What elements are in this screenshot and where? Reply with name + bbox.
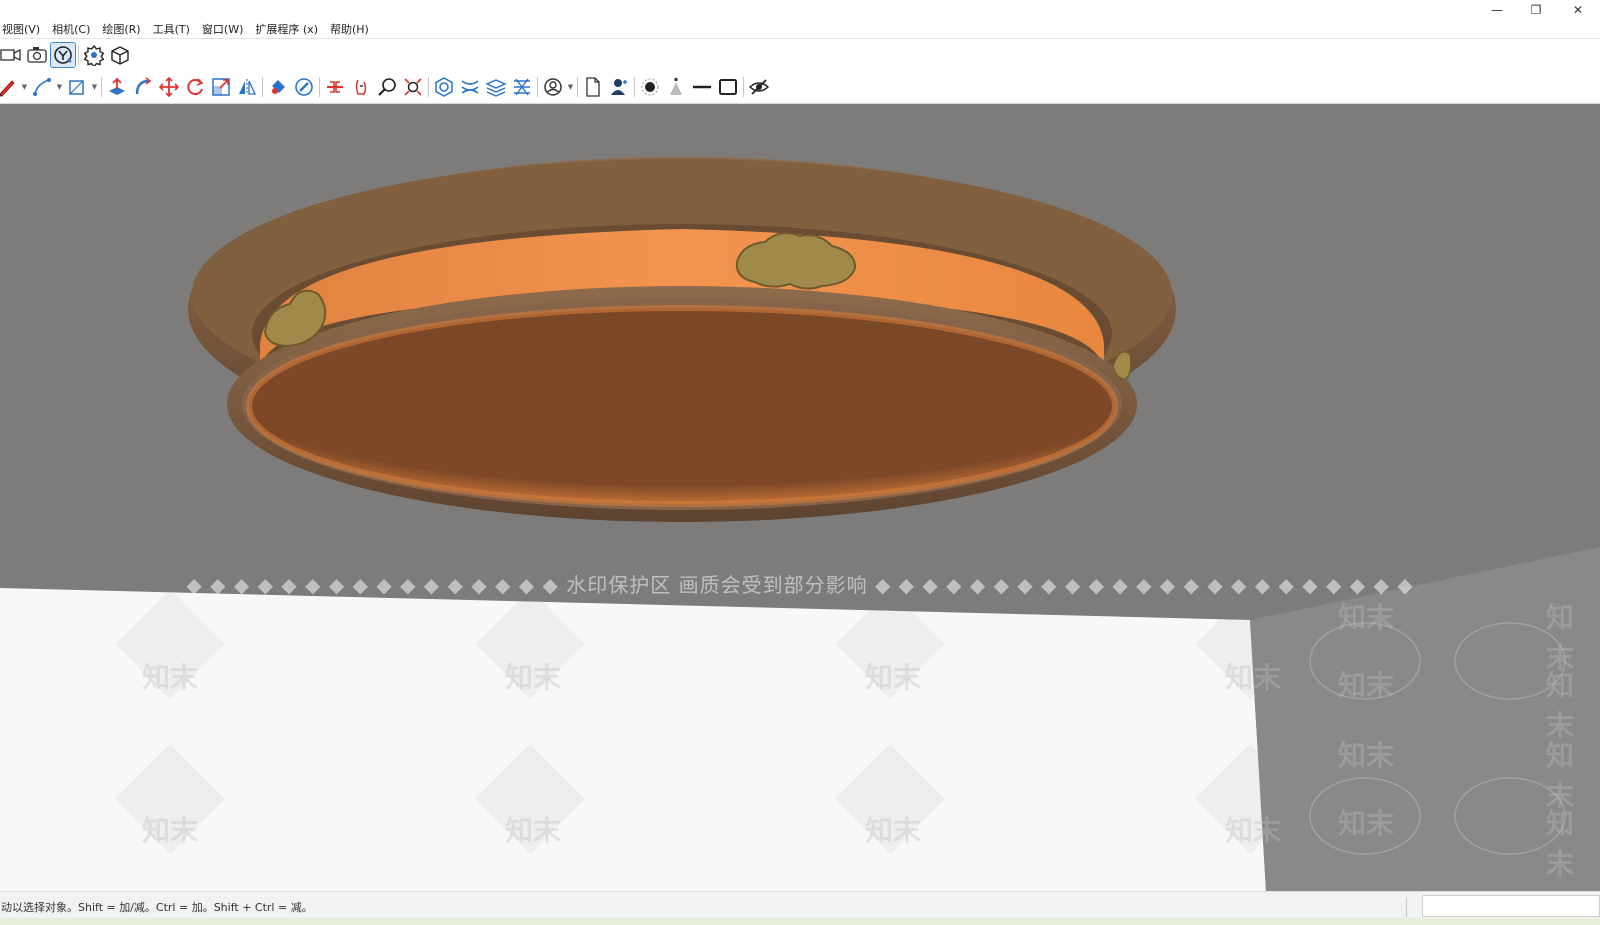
toolbar-separator [577, 77, 578, 97]
toolbar-separator [78, 45, 79, 65]
close-button[interactable]: ✕ [1563, 0, 1593, 20]
watermark-tile: 知末 [1338, 807, 1395, 840]
watermark-tile: 知末 [1546, 807, 1575, 880]
close-icon: ✕ [1572, 3, 1584, 17]
rotate-icon[interactable] [182, 74, 208, 100]
sandbox-icon[interactable] [457, 74, 483, 100]
account-dropdown-icon[interactable]: ▼ [566, 74, 575, 100]
minimize-icon: — [1491, 3, 1503, 17]
eraser-icon[interactable] [291, 74, 317, 100]
menu-draw[interactable]: 绘图(R) [96, 21, 146, 37]
watermark-tile: 知末 [865, 814, 922, 847]
lamp-model [188, 157, 1176, 522]
move-icon[interactable] [156, 74, 182, 100]
watermark-tile: 知末 [1338, 739, 1395, 772]
rectangle-dropdown-icon[interactable]: ▼ [90, 74, 99, 100]
watermark-tile: 知末 [1546, 669, 1575, 742]
watermark-tile: 知末 [505, 814, 562, 847]
horizontal-line-icon[interactable] [689, 74, 715, 100]
line-dropdown-icon[interactable]: ▼ [55, 74, 64, 100]
rectangle-icon[interactable] [64, 74, 90, 100]
toolbar-main: ▼ ▼ ▼ ▼ [0, 71, 1600, 104]
account-icon[interactable] [540, 74, 566, 100]
watermark-tile: 知末 [505, 661, 562, 694]
watermark-tile: 知末 [1225, 661, 1282, 694]
pencil-dropdown-icon[interactable]: ▼ [20, 74, 29, 100]
menu-camera[interactable]: 相机(C) [46, 21, 96, 37]
menu-window[interactable]: 窗口(W) [196, 21, 249, 37]
section-plane-icon[interactable] [322, 74, 348, 100]
restore-icon: ❐ [1530, 3, 1542, 17]
solid-tools-icon[interactable] [431, 74, 457, 100]
measurements-input[interactable] [1422, 895, 1600, 917]
point-icon[interactable] [637, 74, 663, 100]
model-viewport[interactable]: ◆ ◆ ◆ ◆ ◆ ◆ ◆ ◆ ◆ ◆ ◆ ◆ ◆ ◆ ◆ ◆ 水印保护区 画质… [0, 104, 1600, 891]
style-builder-icon[interactable] [50, 42, 76, 68]
title-bar: — ❐ ✕ [0, 0, 1600, 20]
scale-icon[interactable] [208, 74, 234, 100]
toolbar-top [0, 40, 1600, 70]
component-icon[interactable] [81, 42, 107, 68]
orbit-icon[interactable] [348, 74, 374, 100]
watermark-tile: 知末 [1338, 601, 1395, 634]
menu-tools[interactable]: 工具(T) [147, 21, 196, 37]
toolbar-separator [428, 77, 429, 97]
menu-view[interactable]: 视图(V) [0, 21, 46, 37]
watermark-tile: 知末 [142, 814, 199, 847]
line-icon[interactable] [29, 74, 55, 100]
minimize-button[interactable]: — [1482, 0, 1512, 20]
status-hint: 动以选择对象。Shift = 加/减。Ctrl = 加。Shift + Ctrl… [1, 901, 313, 914]
video-camera-icon[interactable] [0, 42, 24, 68]
watermark-tile: 知末 [865, 661, 922, 694]
push-pull-icon[interactable] [104, 74, 130, 100]
toolbar-separator [101, 77, 102, 97]
watermark-tile: 知末 [1338, 669, 1395, 702]
box-export-icon[interactable] [107, 42, 133, 68]
hide-icon[interactable] [746, 74, 772, 100]
photo-camera-icon[interactable] [24, 42, 50, 68]
zoom-icon[interactable] [374, 74, 400, 100]
menu-help[interactable]: 帮助(H) [324, 21, 375, 37]
flip-icon[interactable] [234, 74, 260, 100]
new-page-icon[interactable] [580, 74, 606, 100]
square-icon[interactable] [715, 74, 741, 100]
toolbar-separator [634, 77, 635, 97]
restore-button[interactable]: ❐ [1521, 0, 1551, 20]
status-separator [1406, 897, 1407, 917]
layers-icon[interactable] [483, 74, 509, 100]
toolbar-separator [262, 77, 263, 97]
watermark-tile: 知末 [142, 661, 199, 694]
follow-me-icon[interactable] [130, 74, 156, 100]
pencil-icon[interactable] [0, 74, 20, 100]
cone-icon[interactable] [663, 74, 689, 100]
paint-bucket-icon[interactable] [265, 74, 291, 100]
watermark-tile: 知末 [1225, 814, 1282, 847]
zoom-extents-icon[interactable] [400, 74, 426, 100]
user-icon[interactable] [606, 74, 632, 100]
styles-icon[interactable] [509, 74, 535, 100]
menu-bar: 视图(V) 相机(C) 绘图(R) 工具(T) 窗口(W) 扩展程序 (x) 帮… [0, 20, 1600, 39]
bottom-strip [0, 918, 1600, 925]
toolbar-separator [537, 77, 538, 97]
toolbar-separator [319, 77, 320, 97]
menu-extensions[interactable]: 扩展程序 (x) [249, 21, 324, 37]
toolbar-separator [743, 77, 744, 97]
watermark-banner: ◆ ◆ ◆ ◆ ◆ ◆ ◆ ◆ ◆ ◆ ◆ ◆ ◆ ◆ ◆ ◆ 水印保护区 画质… [186, 573, 1414, 597]
